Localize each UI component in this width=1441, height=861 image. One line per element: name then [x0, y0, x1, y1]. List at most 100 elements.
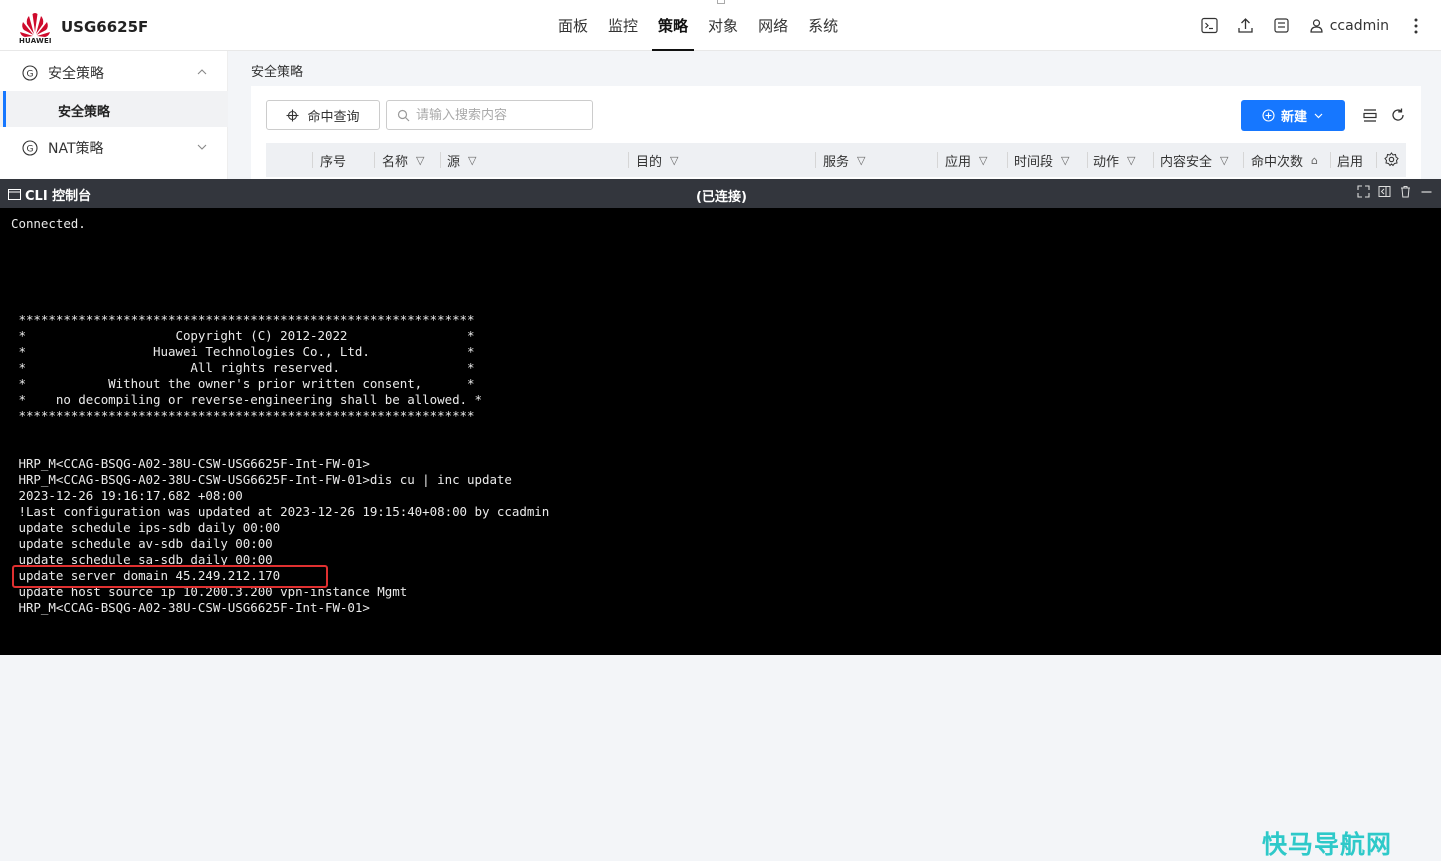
column-header-content-security[interactable]: 内容安全 ▽ — [1160, 143, 1228, 177]
column-label: 序号 — [320, 154, 347, 170]
terminal-line: update schedule av-sdb daily 00:00 — [11, 536, 273, 551]
column-header-destination[interactable]: 目的 ▽ — [636, 143, 678, 177]
svg-text:G: G — [27, 70, 34, 80]
column-layout-icon[interactable] — [1361, 106, 1379, 124]
column-header-action[interactable]: 动作 ▽ — [1093, 143, 1135, 177]
breadcrumb: 安全策略 — [251, 65, 304, 80]
filter-icon[interactable]: ▽ — [416, 154, 424, 167]
terminal-line: * no decompiling or reverse-engineering … — [11, 392, 482, 407]
filter-icon[interactable]: ▽ — [670, 154, 678, 167]
nav-dashboard[interactable]: 面板 — [548, 0, 598, 51]
terminal-line: * All rights reserved. * — [11, 360, 475, 375]
filter-icon[interactable]: ▽ — [1061, 154, 1069, 167]
top-right-toolbar: ccadmin — [1201, 0, 1425, 51]
column-label: 源 — [447, 154, 461, 170]
nav-monitor[interactable]: 监控 — [598, 0, 648, 51]
search-input[interactable] — [416, 107, 586, 123]
terminal-line: Connected. — [11, 216, 86, 231]
terminal-line: * Huawei Technologies Co., Ltd. * — [11, 344, 475, 359]
column-label: 服务 — [823, 154, 850, 170]
nat-circle-icon: G — [22, 140, 38, 156]
search-box — [386, 100, 593, 130]
hit-query-button[interactable]: 命中查询 — [266, 100, 380, 130]
chevron-up-icon — [197, 69, 207, 75]
cli-controls — [1357, 185, 1433, 198]
column-header-application[interactable]: 应用 ▽ — [945, 143, 987, 177]
column-divider — [1153, 152, 1154, 168]
filter-icon[interactable]: ▽ — [1127, 154, 1135, 167]
upload-icon[interactable] — [1237, 17, 1255, 35]
sidebar-item-security-policy[interactable]: 安全策略 — [0, 91, 228, 127]
column-label: 命中次数 — [1251, 154, 1304, 170]
user-menu[interactable]: ccadmin — [1309, 18, 1389, 34]
column-divider — [1087, 152, 1088, 168]
filter-icon[interactable]: ▽ — [468, 154, 476, 167]
table-header: 序号 名称 ▽ 源 ▽ 目的 ▽ 服务 ▽ 应用 ▽ 时间段 ▽ 动作 ▽ 内容安全 ▽ 命中次… — [266, 143, 1406, 177]
column-divider — [312, 152, 313, 168]
column-divider — [1243, 152, 1244, 168]
save-icon[interactable] — [1273, 17, 1291, 35]
brand-logo-text: HUAWEI — [19, 37, 52, 45]
plus-circle-icon — [1262, 109, 1275, 122]
column-header-service[interactable]: 服务 ▽ — [823, 143, 865, 177]
user-icon — [1310, 19, 1323, 33]
column-divider — [815, 152, 816, 168]
cli-title: CLI 控制台 — [8, 185, 91, 204]
column-header-name[interactable]: 名称 ▽ — [382, 143, 424, 177]
column-label: 启用 — [1337, 154, 1364, 170]
column-divider — [1376, 152, 1377, 168]
terminal-icon[interactable] — [1201, 17, 1219, 35]
active-indicator — [3, 91, 6, 127]
terminal-line: !Last configuration was updated at 2023-… — [11, 504, 550, 519]
terminal-line: HRP_M<CCAG-BSQG-A02-38U-CSW-USG6625F-Int… — [11, 456, 370, 471]
new-button-label: 新建 — [1280, 110, 1307, 125]
column-header-seq[interactable]: 序号 — [320, 143, 346, 177]
new-button[interactable]: 新建 — [1241, 100, 1345, 131]
cli-terminal[interactable]: Connected. *****************************… — [0, 208, 1441, 859]
column-header-enable[interactable]: 启用 — [1337, 143, 1363, 177]
chevron-down-icon — [1314, 113, 1323, 119]
nav-object[interactable]: 对象 — [698, 0, 748, 51]
filter-icon[interactable]: ▽ — [857, 154, 865, 167]
more-vertical-icon[interactable] — [1407, 17, 1425, 35]
main-nav: 面板 监控 策略 对象 网络 系统 — [548, 0, 848, 51]
product-name: USG6625F — [61, 18, 149, 36]
nav-policy[interactable]: 策略 — [648, 0, 698, 51]
trash-icon[interactable] — [1399, 185, 1412, 198]
svg-text:G: G — [27, 145, 34, 155]
column-label: 应用 — [945, 154, 972, 170]
terminal-line: ****************************************… — [11, 312, 475, 327]
dock-icon[interactable] — [1378, 185, 1391, 198]
crosshair-icon — [286, 109, 299, 121]
search-icon — [397, 109, 410, 121]
column-label: 内容安全 — [1160, 154, 1213, 170]
terminal-line: 2023-12-26 19:16:17.682 +08:00 — [11, 488, 243, 503]
column-header-source[interactable]: 源 ▽ — [447, 143, 476, 177]
column-header-hit-count[interactable]: 命中次数 ⌂ — [1251, 143, 1318, 177]
minimize-icon[interactable] — [1420, 185, 1433, 198]
column-divider — [374, 152, 375, 168]
terminal-line: ****************************************… — [11, 408, 475, 423]
gear-icon[interactable] — [1384, 152, 1399, 167]
terminal-line: * Without the owner's prior written cons… — [11, 376, 475, 391]
column-label: 时间段 — [1014, 154, 1054, 170]
sidebar-subitem-label: 安全策略 — [58, 105, 111, 120]
sidebar-item-security-policy-group[interactable]: G 安全策略 — [0, 55, 228, 91]
sort-icon[interactable]: ⌂ — [1311, 154, 1318, 167]
filter-icon[interactable]: ▽ — [1220, 154, 1228, 167]
user-name: ccadmin — [1329, 17, 1389, 34]
refresh-icon[interactable] — [1389, 106, 1407, 124]
terminal-line: update schedule ips-sdb daily 00:00 — [11, 520, 281, 535]
expand-icon[interactable] — [1357, 185, 1370, 198]
column-label: 目的 — [636, 154, 663, 170]
nav-system[interactable]: 系统 — [798, 0, 848, 51]
hit-query-label: 命中查询 — [307, 109, 360, 125]
filter-icon[interactable]: ▽ — [979, 154, 987, 167]
sidebar-item-nat-policy[interactable]: G NAT策略 — [0, 130, 228, 166]
column-header-schedule[interactable]: 时间段 ▽ — [1014, 143, 1069, 177]
nav-network[interactable]: 网络 — [748, 0, 798, 51]
